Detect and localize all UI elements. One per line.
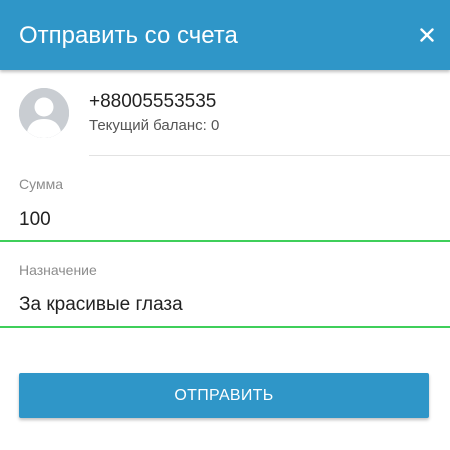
send-from-account-dialog: Отправить со счета +88005553535 Текущий …	[0, 0, 450, 450]
avatar	[19, 88, 69, 138]
purpose-input[interactable]	[19, 290, 439, 320]
account-phone: +88005553535	[89, 91, 217, 112]
close-button[interactable]	[412, 20, 442, 50]
amount-label: Сумма	[19, 176, 63, 192]
amount-underline	[0, 240, 450, 242]
account-balance: Текущий баланс: 0	[89, 117, 220, 134]
user-avatar-icon	[19, 88, 69, 138]
purpose-underline	[0, 326, 450, 328]
dialog-title: Отправить со счета	[19, 22, 238, 49]
purpose-label: Назначение	[19, 262, 97, 278]
send-button-label: ОТПРАВИТЬ	[174, 386, 274, 404]
account-info: +88005553535 Текущий баланс: 0	[0, 70, 450, 156]
amount-input[interactable]	[19, 205, 439, 235]
send-button[interactable]: ОТПРАВИТЬ	[19, 373, 429, 418]
account-divider	[89, 155, 450, 156]
close-icon	[420, 28, 434, 42]
dialog-header: Отправить со счета	[0, 0, 450, 70]
